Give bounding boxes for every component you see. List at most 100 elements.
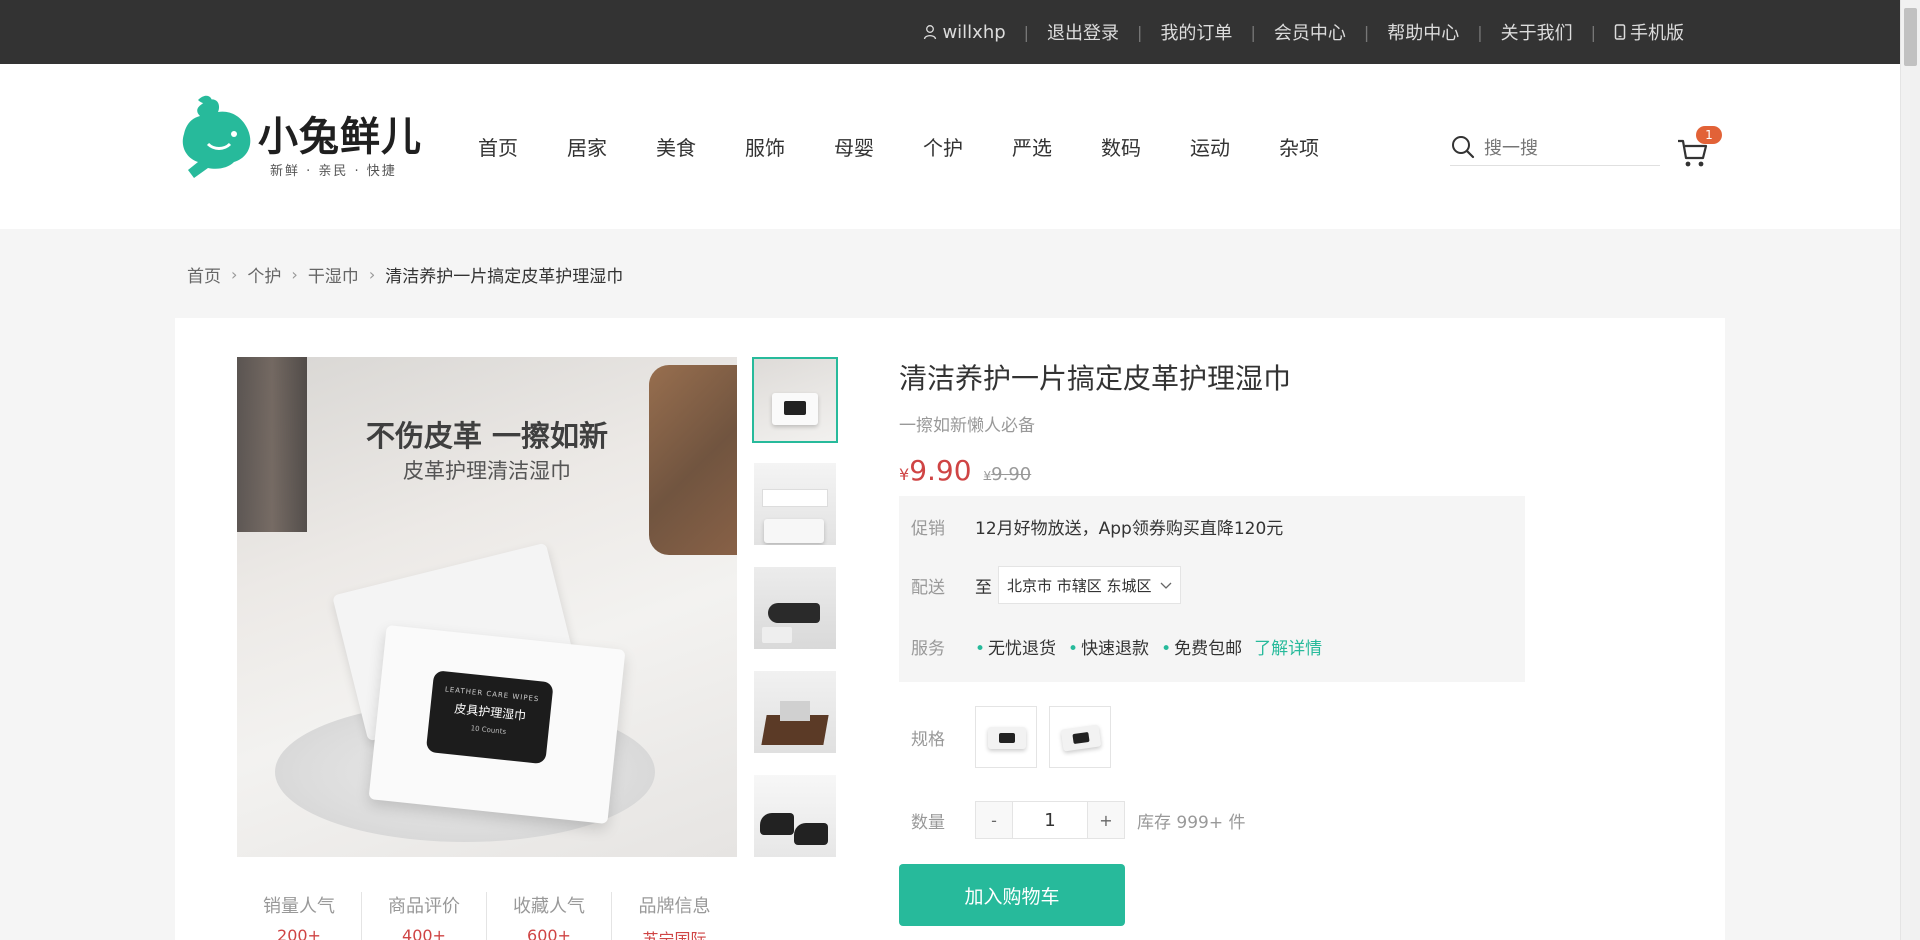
logout-link[interactable]: 退出登录 bbox=[1047, 19, 1119, 45]
product-main-image: 不伤皮革 一擦如新 皮革护理清洁湿巾 LEATHER CARE WIPES 皮具… bbox=[237, 357, 737, 857]
logo-slogan: 新鲜 · 亲民 · 快捷 bbox=[270, 164, 397, 179]
logo[interactable]: 小兔鲜儿 新鲜 · 亲民 · 快捷 bbox=[178, 94, 428, 194]
original-price-value: 9.90 bbox=[991, 464, 1032, 485]
add-to-cart-button[interactable]: 加入购物车 bbox=[899, 864, 1125, 926]
help-link[interactable]: 帮助中心 bbox=[1387, 19, 1459, 45]
nav-item-home[interactable]: 首页 bbox=[478, 132, 518, 161]
stat-sales[interactable]: 销量人气 200+ bbox=[237, 892, 362, 940]
stat-label: 收藏人气 bbox=[513, 896, 585, 917]
current-price: ¥9.90 bbox=[899, 454, 972, 487]
spec-label: 规格 bbox=[911, 729, 945, 750]
about-link[interactable]: 关于我们 bbox=[1501, 19, 1573, 45]
thumbnail-3[interactable] bbox=[752, 565, 838, 651]
breadcrumb-category[interactable]: 个护 bbox=[247, 262, 281, 287]
thumbnail-5[interactable] bbox=[752, 773, 838, 859]
product-desc: 一擦如新懒人必备 bbox=[899, 416, 1035, 436]
divider: | bbox=[1250, 22, 1256, 42]
spec-option-2[interactable] bbox=[1049, 706, 1111, 768]
service-text: 无忧退货 bbox=[988, 639, 1057, 659]
quantity-increase-button[interactable]: + bbox=[1088, 802, 1124, 838]
address-select[interactable]: 北京市 市辖区 东城区 bbox=[998, 566, 1181, 604]
product-pack: LEATHER CARE WIPES 皮具护理湿巾 10 Counts bbox=[368, 624, 626, 825]
bullet-icon: • bbox=[975, 639, 986, 659]
search-input[interactable] bbox=[1484, 138, 1654, 159]
service-item: • 快速退款 bbox=[1068, 634, 1149, 659]
bullet-icon: • bbox=[1068, 639, 1079, 659]
mobile-link[interactable]: 手机版 bbox=[1614, 19, 1684, 45]
bullet-icon: • bbox=[1161, 639, 1172, 659]
thumbnail-list bbox=[752, 357, 838, 877]
divider: | bbox=[1590, 22, 1596, 42]
service-item: • 无忧退货 bbox=[975, 634, 1056, 659]
breadcrumb-current: 清洁养护一片搞定皮革护理湿巾 bbox=[385, 267, 624, 287]
scrollbar[interactable] bbox=[1900, 0, 1920, 940]
quantity-stepper: - 1 + bbox=[975, 801, 1125, 839]
nav-item-misc[interactable]: 杂项 bbox=[1279, 132, 1319, 161]
search-box bbox=[1450, 132, 1660, 166]
top-bar: willxhp | 退出登录 | 我的订单 | 会员中心 | 帮助中心 | 关于… bbox=[0, 0, 1900, 64]
nav-item-digital[interactable]: 数码 bbox=[1101, 132, 1141, 161]
delivery-row: 配送 至 北京市 市辖区 东城区 bbox=[911, 566, 1181, 604]
promo-label: 促销 bbox=[911, 519, 945, 539]
stat-value: 600+ bbox=[527, 926, 571, 940]
nav-item-baby[interactable]: 母婴 bbox=[834, 132, 874, 161]
chevron-right-icon: › bbox=[368, 265, 376, 284]
chevron-right-icon: › bbox=[291, 265, 298, 284]
quantity-row: 数量 - 1 + 库存 999+ 件 bbox=[911, 801, 1246, 839]
divider: | bbox=[1137, 22, 1143, 42]
service-more-link[interactable]: 了解详情 bbox=[1254, 634, 1322, 659]
phone-icon bbox=[1614, 24, 1626, 40]
delivery-to: 至 bbox=[975, 577, 992, 598]
breadcrumb-subcategory[interactable]: 干湿巾 bbox=[308, 262, 359, 287]
divider: | bbox=[1363, 22, 1370, 42]
main-nav: 首页 居家 美食 服饰 母婴 个护 严选 数码 运动 杂项 bbox=[478, 64, 1368, 229]
top-nav: willxhp | 退出登录 | 我的订单 | 会员中心 | 帮助中心 | 关于… bbox=[922, 0, 1684, 64]
address-value: 北京市 市辖区 东城区 bbox=[1007, 576, 1152, 595]
quantity-decrease-button[interactable]: - bbox=[976, 802, 1012, 838]
user-link[interactable]: willxhp bbox=[922, 22, 1006, 43]
stat-label: 销量人气 bbox=[263, 896, 335, 917]
scrollbar-thumb[interactable] bbox=[1904, 8, 1917, 66]
mobile-label: 手机版 bbox=[1630, 23, 1684, 44]
nav-item-selected[interactable]: 严选 bbox=[1012, 132, 1052, 161]
search-icon[interactable] bbox=[1450, 134, 1476, 164]
divider: | bbox=[1477, 22, 1483, 42]
nav-item-personal-care[interactable]: 个护 bbox=[923, 132, 963, 161]
current-price-value: 9.90 bbox=[909, 454, 972, 487]
quantity-label: 数量 bbox=[911, 812, 945, 833]
breadcrumb-home[interactable]: 首页 bbox=[187, 262, 221, 287]
breadcrumb: 首页 › 个护 › 干湿巾 › 清洁养护一片搞定皮革护理湿巾 bbox=[187, 262, 623, 287]
chevron-right-icon: › bbox=[231, 265, 238, 284]
service-row: 服务 • 无忧退货 • 快速退款 • 免费包邮 了解详情 bbox=[911, 634, 1322, 659]
stat-reviews[interactable]: 商品评价 400+ bbox=[362, 892, 487, 940]
quantity-input[interactable]: 1 bbox=[1012, 802, 1088, 838]
product-info: 清洁养护一片搞定皮革护理湿巾 一擦如新懒人必备 ¥9.90 ¥9.90 bbox=[899, 357, 1291, 487]
service-label: 服务 bbox=[911, 639, 945, 659]
pack-label: LEATHER CARE WIPES 皮具护理湿巾 10 Counts bbox=[425, 670, 554, 765]
promo-text: 12月好物放送，App领券购买直降120元 bbox=[975, 519, 1284, 539]
stat-value: 200+ bbox=[277, 926, 321, 940]
thumbnail-4[interactable] bbox=[752, 669, 838, 755]
member-link[interactable]: 会员中心 bbox=[1274, 19, 1346, 45]
spec-option-1[interactable] bbox=[975, 706, 1037, 768]
product-panel: 不伤皮革 一擦如新 皮革护理清洁湿巾 LEATHER CARE WIPES 皮具… bbox=[175, 318, 1725, 940]
cart-badge: 1 bbox=[1696, 126, 1722, 144]
nav-item-apparel[interactable]: 服饰 bbox=[745, 132, 785, 161]
stat-brand[interactable]: 品牌信息 苏宁国际 bbox=[612, 892, 737, 940]
original-price: ¥9.90 bbox=[984, 464, 1032, 485]
cart-button[interactable]: 1 bbox=[1676, 126, 1722, 172]
stat-favorites[interactable]: 收藏人气 600+ bbox=[487, 892, 612, 940]
stat-value: 400+ bbox=[402, 926, 446, 940]
nav-item-food[interactable]: 美食 bbox=[656, 132, 696, 161]
service-item: • 免费包邮 bbox=[1161, 634, 1242, 659]
spec-row: 规格 bbox=[911, 706, 1123, 768]
orders-link[interactable]: 我的订单 bbox=[1160, 19, 1232, 45]
service-text: 免费包邮 bbox=[1174, 639, 1243, 659]
thumbnail-1[interactable] bbox=[752, 357, 838, 443]
product-stats: 销量人气 200+ 商品评价 400+ 收藏人气 600+ 品牌信息 苏宁国际 bbox=[237, 892, 737, 940]
thumbnail-2[interactable] bbox=[752, 461, 838, 547]
nav-item-home-living[interactable]: 居家 bbox=[567, 132, 607, 161]
stat-label: 商品评价 bbox=[388, 896, 460, 917]
nav-item-sports[interactable]: 运动 bbox=[1190, 132, 1230, 161]
service-text: 快速退款 bbox=[1081, 639, 1150, 659]
